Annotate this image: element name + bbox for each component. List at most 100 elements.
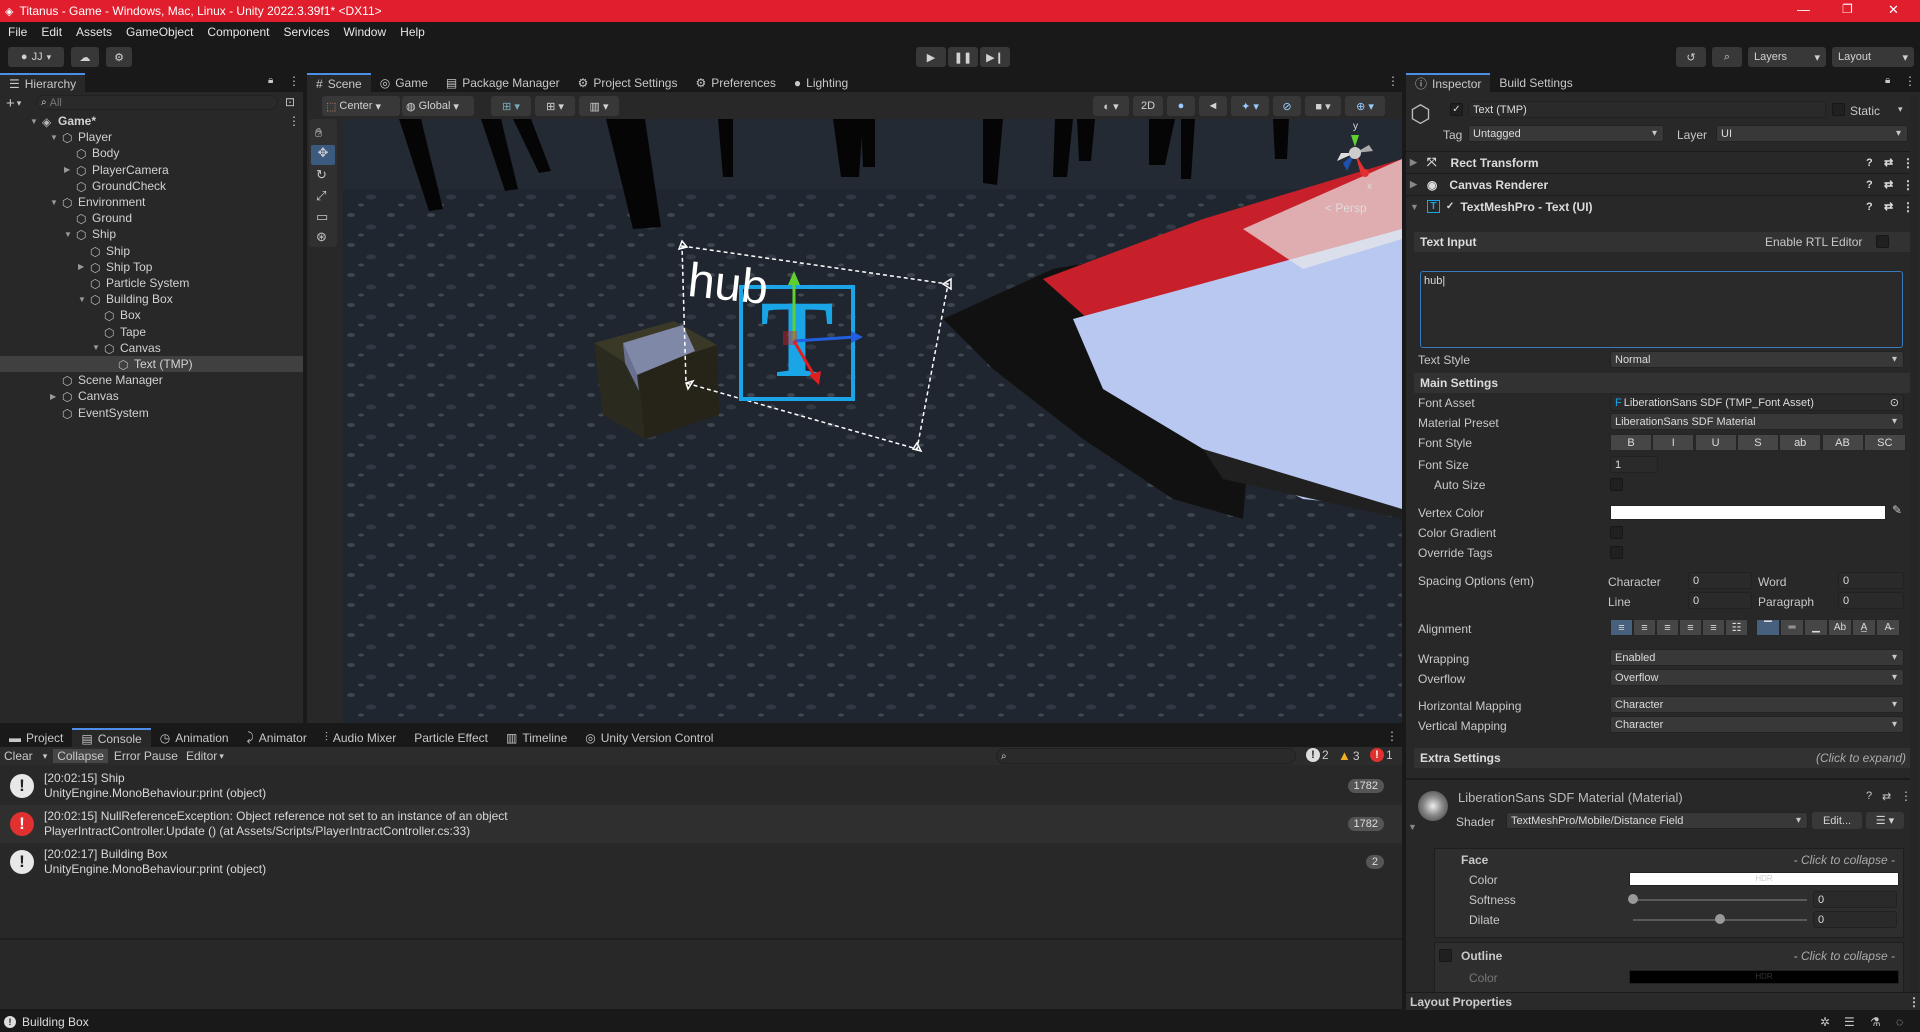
help-icon[interactable]: ?	[1866, 790, 1872, 802]
overflow-dropdown[interactable]: Overflow	[1610, 669, 1904, 686]
hierarchy-item[interactable]: ⬡ Text (TMP)	[0, 356, 303, 372]
tab-inspector[interactable]: ⓘ Inspector	[1406, 73, 1491, 92]
collapse-arrow-icon[interactable]: ▼	[1408, 822, 1417, 832]
vertical-align-icon[interactable]: ═	[1780, 619, 1804, 636]
more-options-icon[interactable]: ⋮	[288, 74, 300, 88]
draw-mode-button[interactable]: ◐ ▾	[1093, 96, 1129, 116]
inspector-scrollbar[interactable]	[1910, 96, 1918, 996]
tab-package-manager[interactable]: ▤ Package Manager	[437, 73, 569, 92]
more-options-icon[interactable]: ⋮	[1386, 729, 1398, 743]
error-pause-button[interactable]: Error Pause	[114, 749, 178, 763]
horizontal-align-icon[interactable]: ≡	[1679, 619, 1702, 636]
hierarchy-item[interactable]: ▶ ⬡ Canvas	[0, 388, 303, 404]
filter-icon[interactable]: ⊡	[285, 95, 295, 109]
tab-timeline[interactable]: ▥ Timeline	[497, 728, 576, 747]
tab-project[interactable]: ▬ Project	[0, 728, 72, 747]
color-gradient-checkbox[interactable]	[1610, 526, 1623, 539]
more-options-icon[interactable]: ⋮	[1908, 995, 1920, 1009]
outline-checkbox[interactable]	[1439, 949, 1452, 962]
grid-snap-button[interactable]: ⊞ ▾	[491, 96, 531, 116]
component-textmeshpro[interactable]: ▼ T ✓ TextMeshPro - Text (UI) ? ⇄ ⋮	[1406, 195, 1914, 217]
override-tags-checkbox[interactable]	[1610, 546, 1623, 559]
horizontal-align-icon[interactable]: ≡	[1610, 619, 1633, 636]
collapse-arrow-icon[interactable]: ▼	[50, 133, 62, 142]
progress-spinner-icon[interactable]: ◌	[1896, 1015, 1903, 1029]
font-style-button[interactable]: U	[1694, 434, 1737, 451]
collapse-arrow-icon[interactable]: ▼	[78, 295, 90, 304]
clear-button[interactable]: Clear	[4, 749, 33, 763]
play-button[interactable]: ▶	[916, 47, 946, 67]
more-options-icon[interactable]: ⋮	[288, 114, 300, 128]
vertical-align-icon[interactable]: A̲	[1852, 619, 1876, 636]
component-canvas-renderer[interactable]: ▶ ◉ Canvas Renderer ? ⇄ ⋮	[1406, 173, 1914, 195]
hierarchy-item[interactable]: ⬡ EventSystem	[0, 405, 303, 421]
account-button[interactable]: ● JJ ▾	[8, 47, 64, 67]
audio-toggle-button[interactable]: ◄	[1199, 96, 1227, 116]
rotate-tool-icon[interactable]: ↻	[316, 167, 327, 183]
clear-options-icon[interactable]: ▾	[43, 751, 48, 762]
horizontal-mapping-dropdown[interactable]: Character	[1610, 696, 1904, 713]
paragraph-spacing-field[interactable]: 0	[1838, 592, 1904, 609]
face-label[interactable]: Face	[1461, 853, 1488, 867]
cloud-button[interactable]: ☁	[71, 47, 99, 67]
extra-settings-header[interactable]: Extra Settings (Click to expand)	[1414, 748, 1912, 768]
horizontal-align-icon[interactable]: ☷	[1725, 619, 1748, 636]
component-rect-transform[interactable]: ▶ ⤧ Rect Transform ? ⇄ ⋮	[1406, 151, 1914, 173]
dilate-field[interactable]: 0	[1813, 911, 1897, 928]
console-log-entry[interactable]: ! [20:02:17] Building Box UnityEngine.Mono…	[0, 843, 1402, 881]
hierarchy-item[interactable]: ▼ ⬡ Player	[0, 129, 303, 145]
font-size-field[interactable]: 1	[1610, 456, 1658, 473]
layers-dropdown[interactable]: Layers ▾	[1748, 47, 1826, 67]
outline-label[interactable]: Outline	[1461, 949, 1502, 963]
help-icon[interactable]: ?	[1866, 201, 1873, 213]
active-checkbox[interactable]: ✓	[1450, 103, 1463, 116]
editor-dropdown[interactable]: Editor	[186, 749, 217, 763]
chevron-down-icon[interactable]: ▾	[1898, 104, 1903, 115]
collapse-arrow-icon[interactable]: ▼	[92, 343, 104, 352]
chevron-down-icon[interactable]: ▾	[219, 751, 224, 762]
hierarchy-item[interactable]: ▶ ⬡ PlayerCamera	[0, 162, 303, 178]
warning-count-toggle[interactable]: ▲ 3	[1338, 748, 1360, 763]
dilate-slider-thumb[interactable]	[1715, 914, 1725, 924]
minimize-button[interactable]: —	[1797, 2, 1810, 17]
horizontal-align-icon[interactable]: ≡	[1656, 619, 1679, 636]
tab-project-settings[interactable]: ⚙ Project Settings	[569, 73, 687, 92]
rtl-editor-checkbox[interactable]	[1876, 235, 1889, 248]
outline-hint[interactable]: - Click to collapse -	[1794, 949, 1895, 963]
status-message[interactable]: Building Box	[22, 1015, 89, 1029]
rect-tool-icon[interactable]: ▭	[316, 209, 328, 225]
hierarchy-item[interactable]: ⬡ Particle System	[0, 275, 303, 291]
face-hint[interactable]: - Click to collapse -	[1794, 853, 1895, 867]
tab-scene[interactable]: # Scene	[307, 73, 371, 92]
expand-arrow-icon[interactable]: ▶	[78, 262, 90, 271]
console-search-input[interactable]: ⌕	[996, 748, 1296, 764]
increment-snap-button[interactable]: ▥ ▾	[579, 96, 619, 116]
material-preset-dropdown[interactable]: LiberationSans SDF Material	[1610, 413, 1904, 430]
move-tool-icon[interactable]: ✥	[311, 145, 335, 165]
text-input-area[interactable]: hub|	[1420, 271, 1903, 348]
hierarchy-scene-root[interactable]: ▼ ◈ Game* ⋮	[0, 113, 303, 129]
horizontal-align-icon[interactable]: ≡	[1702, 619, 1725, 636]
object-name-field[interactable]: Text (TMP)	[1468, 101, 1826, 118]
eyedropper-icon[interactable]: ✎	[1892, 503, 1902, 517]
more-options-icon[interactable]: ⋮	[1904, 74, 1916, 88]
horizontal-align-icon[interactable]: ≡	[1633, 619, 1656, 636]
scale-tool-icon[interactable]: ⤢	[316, 188, 326, 204]
menu-services[interactable]: Services	[283, 25, 329, 39]
menu-edit[interactable]: Edit	[41, 25, 62, 39]
toggle-2d-button[interactable]: 2D	[1133, 96, 1163, 116]
character-spacing-field[interactable]: 0	[1688, 572, 1752, 589]
static-checkbox[interactable]	[1832, 103, 1845, 116]
console-log-entry[interactable]: ! [20:02:15] Ship UnityEngine.MonoBehaviou…	[0, 767, 1402, 805]
help-icon[interactable]: ?	[1866, 179, 1873, 191]
menu-help[interactable]: Help	[400, 25, 425, 39]
help-icon[interactable]: ?	[1866, 157, 1873, 169]
more-options-icon[interactable]: ⋮	[1387, 74, 1399, 88]
softness-slider-track[interactable]	[1633, 899, 1807, 901]
hierarchy-item[interactable]: ▼ ⬡ Building Box	[0, 291, 303, 307]
menu-gameobject[interactable]: GameObject	[126, 25, 193, 39]
lock-icon[interactable]: 🔒︎	[268, 75, 273, 86]
lock-icon[interactable]: 🔒︎	[1885, 75, 1890, 86]
persp-label[interactable]: < Persp	[1325, 201, 1367, 215]
tab-unity-version-control[interactable]: ◎ Unity Version Control	[576, 728, 722, 747]
